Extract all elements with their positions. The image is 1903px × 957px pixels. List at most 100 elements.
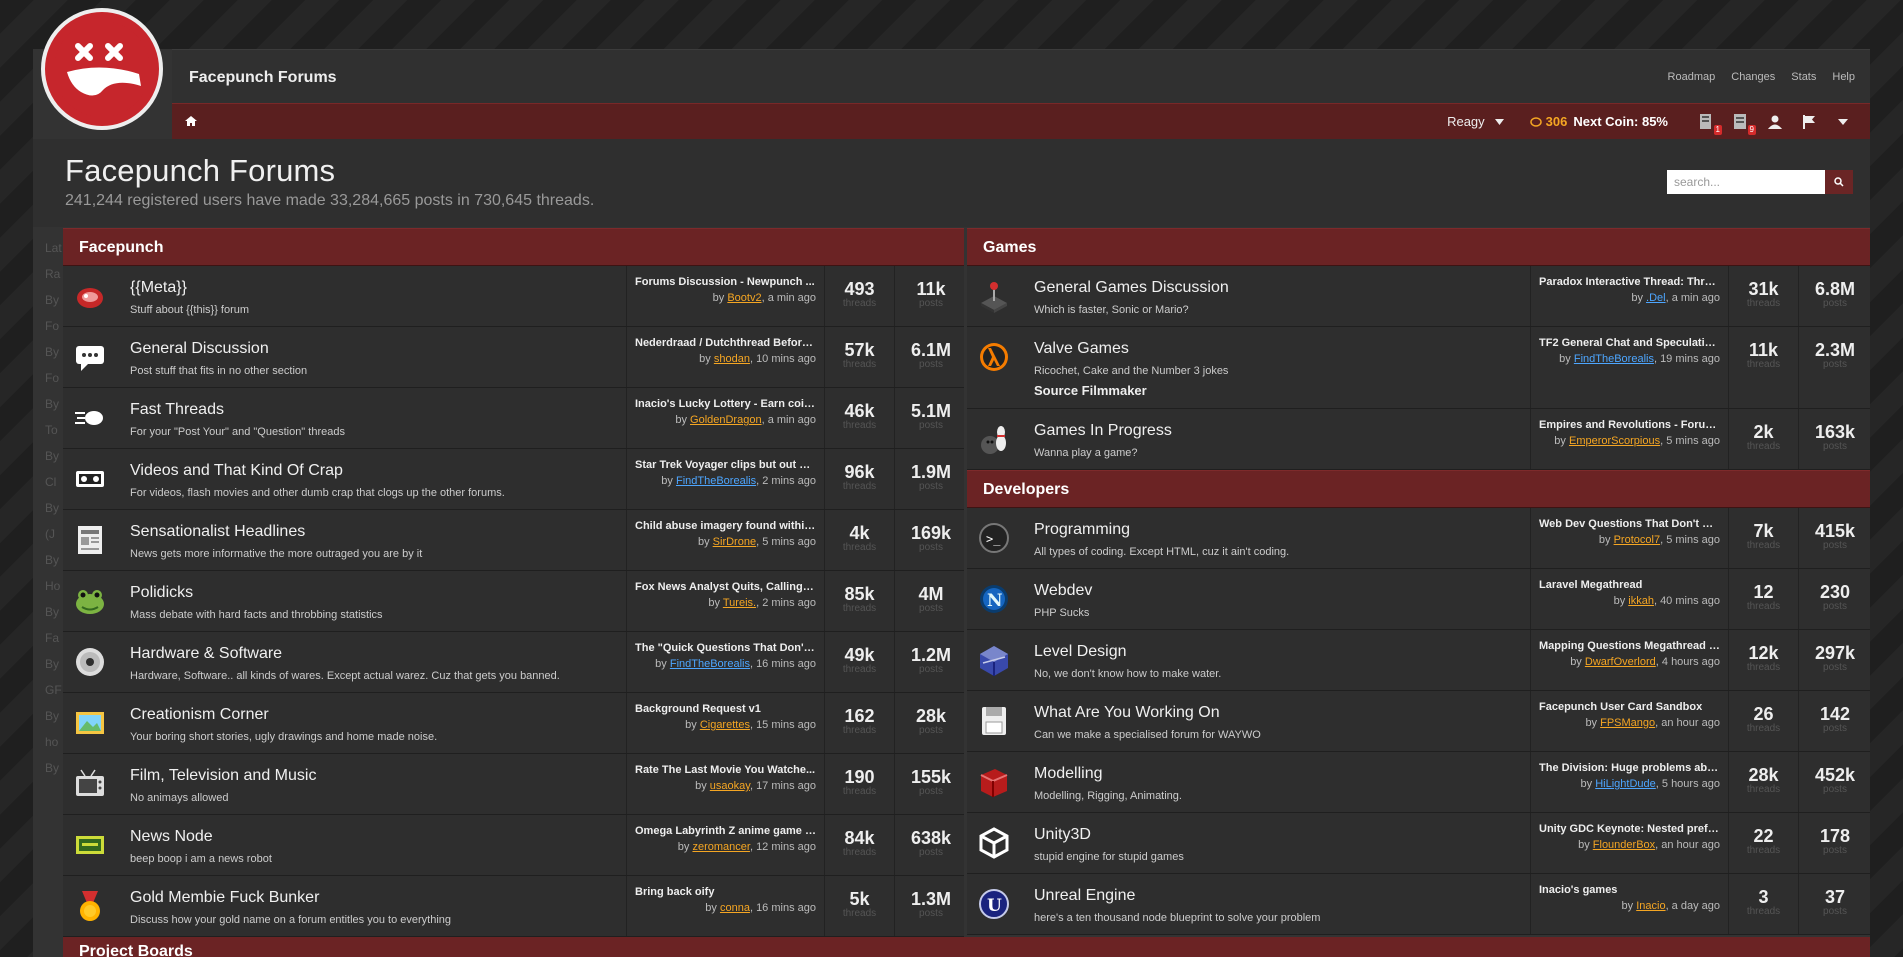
last-post-user[interactable]: FPSMango [1600,717,1655,729]
category-header-games[interactable]: Games [967,228,1870,266]
forum-name[interactable]: Games In Progress [1034,422,1172,440]
forum-name[interactable]: Unreal Engine [1034,887,1135,905]
last-post-user[interactable]: SirDrone [713,536,756,548]
sidebar-item[interactable]: By [45,443,63,469]
forum-name[interactable]: Webdev [1034,582,1092,600]
forum-name[interactable]: News Node [130,828,213,846]
forum-row[interactable]: Hardware & Software Hardware, Software.. … [63,632,964,693]
last-post-title[interactable]: Bring back oify [635,886,816,898]
forum-row[interactable]: Level Design No, we don't know how to mak… [967,630,1870,691]
forum-row[interactable]: Games In Progress Wanna play a game? Empir… [967,409,1870,470]
forum-name[interactable]: General Discussion [130,340,269,358]
report-button[interactable] [1799,112,1819,132]
last-post-user[interactable]: zeromancer [692,841,749,853]
last-post-user[interactable]: HiLightDude [1595,778,1656,790]
last-post-title[interactable]: Inacio's Lucky Lottery - Earn coins... [635,398,816,410]
sidebar-item[interactable]: To [45,417,63,443]
last-post-title[interactable]: Laravel Megathread [1539,579,1720,591]
forum-name[interactable]: Videos and That Kind Of Crap [130,462,343,480]
coin-balance[interactable]: 306 [1529,114,1567,129]
sidebar-item[interactable]: By [45,495,63,521]
forum-row[interactable]: Unity3D stupid engine for stupid games Uni… [967,813,1870,874]
last-post-title[interactable]: The Division: Huge problems abo... [1539,762,1720,774]
subforum-link[interactable]: Source Filmmaker [1034,383,1147,398]
last-post-title[interactable]: Web Dev Questions That Don't Ne... [1539,518,1720,530]
last-post-user[interactable]: FlounderBox [1593,839,1655,851]
last-post-title[interactable]: Forums Discussion - Newpunch ... [635,276,816,288]
last-post-user[interactable]: ikkah [1628,595,1654,607]
last-post-user[interactable]: Tureis. [723,597,756,609]
forum-row[interactable]: U Unreal Engine here's a ten thousand node… [967,874,1870,935]
last-post-title[interactable]: Paradox Interactive Thread: Threa... [1539,276,1720,288]
sidebar-item[interactable]: Cl [45,469,63,495]
last-post-title[interactable]: Empires and Revolutions - Forum ... [1539,419,1720,431]
forum-row[interactable]: What Are You Working On Can we make a spe… [967,691,1870,752]
forum-name[interactable]: Level Design [1034,643,1127,661]
forum-name[interactable]: What Are You Working On [1034,704,1220,722]
home-icon[interactable] [184,114,198,128]
forum-row[interactable]: {{Meta}} Stuff about {{this}} forum Forums… [63,266,964,327]
last-post-user[interactable]: usaokay [710,780,750,792]
last-post-title[interactable]: The "Quick Questions That Don't ... [635,642,816,654]
last-post-title[interactable]: TF2 General Chat and Speculatio... [1539,337,1720,349]
category-header-project-boards[interactable]: Project Boards [63,937,1870,957]
search-button[interactable] [1825,170,1853,194]
forum-name[interactable]: General Games Discussion [1034,279,1229,297]
last-post-title[interactable]: Background Request v1 [635,703,816,715]
last-post-user[interactable]: shodan [714,353,750,365]
forum-name[interactable]: Hardware & Software [130,645,282,663]
forum-name[interactable]: Polidicks [130,584,193,602]
sidebar-item[interactable]: Fo [45,365,63,391]
sidebar-item[interactable]: By [45,547,63,573]
sidebar-item[interactable]: By [45,287,63,313]
last-post-title[interactable]: Nederdraad / Dutchthread Before ... [635,337,816,349]
more-menu-button[interactable] [1833,112,1853,132]
help-link[interactable]: Help [1832,71,1855,83]
sidebar-item[interactable]: By [45,755,63,781]
forum-row[interactable]: General Games Discussion Which is faster,… [967,266,1870,327]
forum-row[interactable]: Sensationalist Headlines News gets more i… [63,510,964,571]
user-menu[interactable]: Reagy [1447,114,1504,129]
forum-name[interactable]: Film, Television and Music [130,767,316,785]
category-header-developers[interactable]: Developers [967,470,1870,508]
forum-row[interactable]: Polidicks Mass debate with hard facts and… [63,571,964,632]
forum-name[interactable]: Creationism Corner [130,706,269,724]
forum-row[interactable]: N Webdev PHP Sucks Laravel Megathread by ikk… [967,569,1870,630]
site-name[interactable]: Facepunch Forums [189,69,337,87]
sidebar-item[interactable]: By [45,599,63,625]
sidebar-item[interactable]: By [45,651,63,677]
last-post-user[interactable]: EmperorScorpious [1569,435,1660,447]
sidebar-item[interactable]: (J [45,521,63,547]
sidebar-item[interactable]: Lat [45,235,63,261]
last-post-user[interactable]: GoldenDragon [690,414,762,426]
facepunch-logo[interactable] [41,8,163,130]
roadmap-link[interactable]: Roadmap [1668,71,1716,83]
sidebar-item[interactable]: Fa [45,625,63,651]
forum-row[interactable]: Fast Threads For your "Post Your" and "Qu… [63,388,964,449]
forum-name[interactable]: Modelling [1034,765,1102,783]
forum-name[interactable]: Unity3D [1034,826,1091,844]
forum-row[interactable]: Valve Games Ricochet, Cake and the Number… [967,327,1870,409]
last-post-title[interactable]: Star Trek Voyager clips but out of ... [635,459,816,471]
forum-row[interactable]: Creationism Corner Your boring short stor… [63,693,964,754]
last-post-user[interactable]: FindTheBorealis [676,475,756,487]
sidebar-item[interactable]: By [45,339,63,365]
notifications-button[interactable]: 1 [1697,112,1722,135]
profile-button[interactable] [1765,112,1785,132]
search-input[interactable]: search... [1667,170,1825,194]
last-post-title[interactable]: Mapping Questions Megathread V6 [1539,640,1720,652]
last-post-title[interactable]: Child abuse imagery found within... [635,520,816,532]
last-post-user[interactable]: conna [720,902,750,914]
last-post-title[interactable]: Unity GDC Keynote: Nested prefa... [1539,823,1720,835]
last-post-user[interactable]: FindTheBorealis [670,658,750,670]
last-post-user[interactable]: Protocol7 [1614,534,1660,546]
sidebar-item[interactable]: Fo [45,313,63,339]
forum-row[interactable]: Modelling Modelling, Rigging, Animating. T… [967,752,1870,813]
sidebar-item[interactable]: By [45,391,63,417]
forum-row[interactable]: >_ Programming All types of coding. Except… [967,508,1870,569]
forum-row[interactable]: Videos and That Kind Of Crap For videos, … [63,449,964,510]
changes-link[interactable]: Changes [1731,71,1775,83]
stats-link[interactable]: Stats [1791,71,1816,83]
forum-name[interactable]: Fast Threads [130,401,224,419]
forum-name[interactable]: Sensationalist Headlines [130,523,305,541]
